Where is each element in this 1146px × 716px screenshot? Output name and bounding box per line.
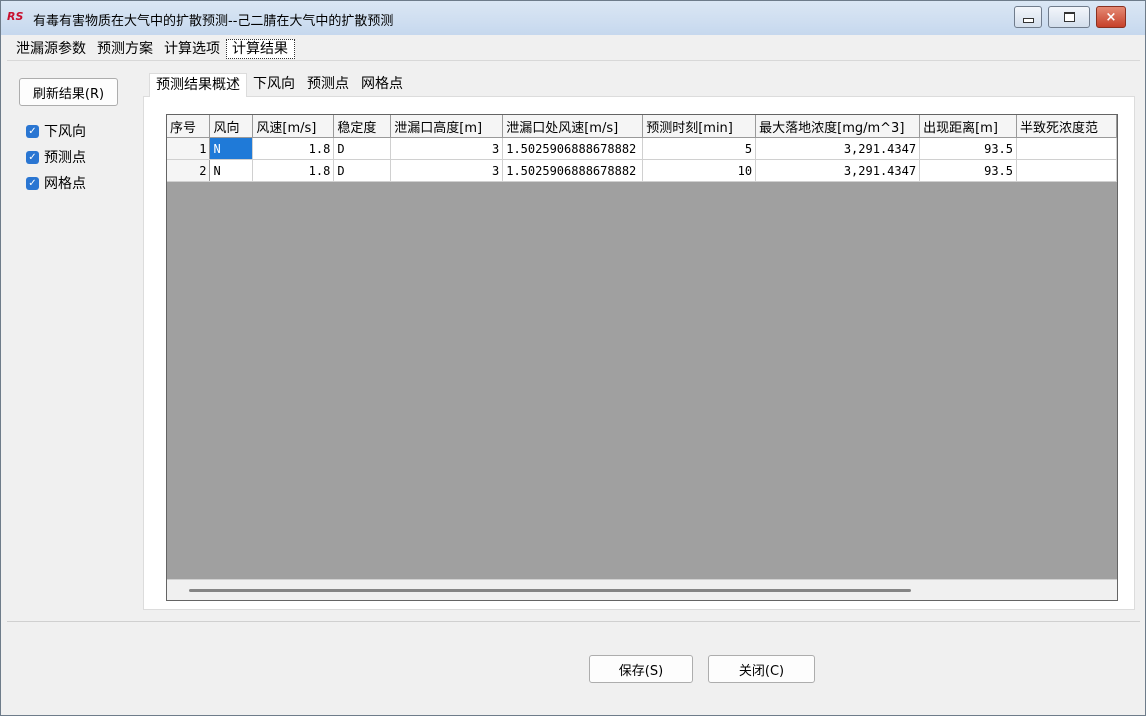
column-header[interactable]: 半致死浓度范 [1016,115,1117,138]
results-table: 序号 风向 风速[m/s] 稳定度 泄漏口高度[m] 泄漏口处风速[m/s] 预… [167,115,1117,182]
minimize-button[interactable] [1014,6,1042,28]
maximize-button[interactable] [1048,6,1090,28]
horizontal-scrollbar[interactable] [167,579,1117,600]
checkbox-predict-points[interactable]: ✓ 预测点 [26,147,86,167]
checkbox-label: 网格点 [44,176,86,192]
checkbox-label: 预测点 [44,150,86,166]
table-cell[interactable]: N [209,159,254,182]
table-header-row: 序号 风向 风速[m/s] 稳定度 泄漏口高度[m] 泄漏口处风速[m/s] 预… [167,115,1117,138]
checkbox-checked-icon[interactable]: ✓ [26,124,39,138]
scrollbar-thumb[interactable] [189,589,911,592]
table-cell[interactable]: 93.5 [919,159,1018,182]
minimize-icon [1022,17,1034,23]
save-button[interactable]: 保存(S) [589,655,693,683]
refresh-results-button[interactable]: 刷新结果(R) [19,78,118,106]
tab-calc-options[interactable]: 计算选项 [159,39,226,59]
window-title: 有毒有害物质在大气中的扩散预测--己二腈在大气中的扩散预测 [33,14,394,29]
table-cell[interactable]: 3,291.4347 [755,159,921,182]
tab-grid-points[interactable]: 网格点 [355,73,409,95]
column-header[interactable]: 风向 [209,115,254,138]
tab-downwind[interactable]: 下风向 [247,73,301,95]
column-header[interactable]: 稳定度 [333,115,392,138]
checkbox-checked-icon[interactable]: ✓ [26,150,39,164]
footer-divider [7,621,1140,622]
table-row[interactable]: 2 N 1.8 D 3 1.5025906888678882 10 3,291.… [167,159,1117,182]
table-cell[interactable]: 93.5 [919,137,1018,160]
column-header[interactable]: 序号 [167,115,211,138]
table-cell[interactable]: 3 [390,137,504,160]
table-cell[interactable]: 5 [642,137,757,160]
table-cell[interactable]: D [333,137,392,160]
tab-predict-points[interactable]: 预测点 [301,73,355,95]
column-header[interactable]: 泄漏口处风速[m/s] [502,115,644,138]
tab-forecast-plan[interactable]: 预测方案 [92,39,159,59]
maximize-icon [1063,12,1075,22]
results-grid[interactable]: 序号 风向 风速[m/s] 稳定度 泄漏口高度[m] 泄漏口处风速[m/s] 预… [166,114,1118,601]
table-cell[interactable]: 1.8 [252,137,335,160]
column-header[interactable]: 最大落地浓度[mg/m^3] [755,115,921,138]
table-cell[interactable]: 1.5025906888678882 [502,159,644,182]
table-cell[interactable]: 1.8 [252,159,335,182]
table-cell[interactable]: D [333,159,392,182]
title-bar: RS 有毒有害物质在大气中的扩散预测--己二腈在大气中的扩散预测 × [1,1,1145,35]
sub-tab-bar: 预测结果概述 下风向 预测点 网格点 [149,73,409,97]
table-cell[interactable]: 3 [390,159,504,182]
tab-leak-source[interactable]: 泄漏源参数 [11,39,92,59]
close-icon: × [1105,9,1117,25]
table-cell[interactable]: N [209,137,254,160]
table-cell[interactable]: 3,291.4347 [755,137,921,160]
close-window-button[interactable]: × [1096,6,1126,28]
main-window: RS 有毒有害物质在大气中的扩散预测--己二腈在大气中的扩散预测 × 泄漏源参数… [0,0,1146,716]
checkbox-label: 下风向 [44,124,86,140]
column-header[interactable]: 泄漏口高度[m] [390,115,504,138]
tab-results-overview[interactable]: 预测结果概述 [149,73,247,97]
close-button[interactable]: 关闭(C) [708,655,815,683]
column-header[interactable]: 风速[m/s] [252,115,335,138]
table-cell[interactable]: 1.5025906888678882 [502,137,644,160]
row-number[interactable]: 2 [167,159,211,182]
main-tab-bar: 泄漏源参数 预测方案 计算选项 计算结果 [11,39,295,59]
table-cell[interactable] [1016,159,1117,182]
checkbox-grid-points[interactable]: ✓ 网格点 [26,173,86,193]
table-cell[interactable] [1016,137,1117,160]
row-number[interactable]: 1 [167,137,211,160]
table-row[interactable]: 1 N 1.8 D 3 1.5025906888678882 5 3,291.4… [167,137,1117,160]
checkbox-downwind[interactable]: ✓ 下风向 [26,121,86,141]
table-cell[interactable]: 10 [642,159,757,182]
checkbox-checked-icon[interactable]: ✓ [26,176,39,190]
tab-calc-results[interactable]: 计算结果 [226,39,295,59]
column-header[interactable]: 出现距离[m] [919,115,1018,138]
column-header[interactable]: 预测时刻[min] [642,115,757,138]
app-icon: RS [7,10,24,23]
